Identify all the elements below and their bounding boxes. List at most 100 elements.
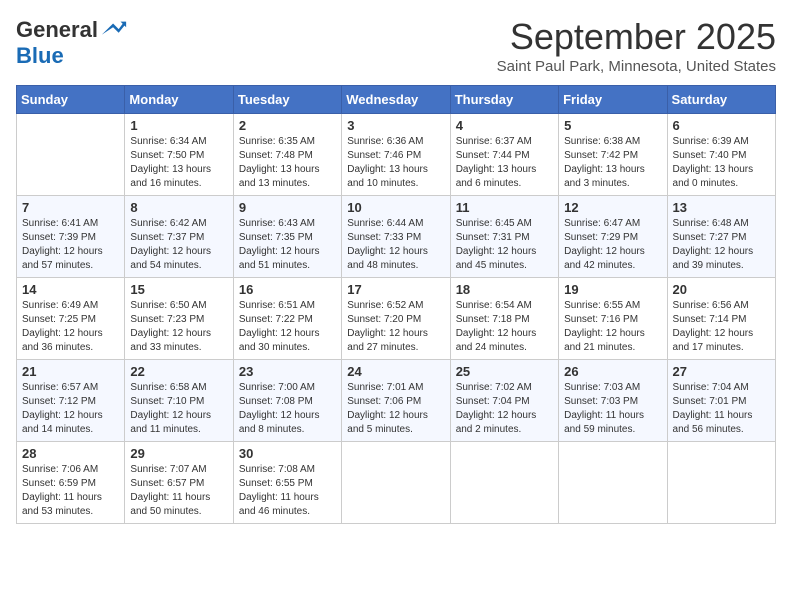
day-number: 12 bbox=[564, 200, 661, 215]
day-info: Sunrise: 7:03 AMSunset: 7:03 PMDaylight:… bbox=[564, 381, 661, 437]
logo: General Blue bbox=[16, 16, 128, 68]
day-number: 15 bbox=[130, 282, 227, 297]
day-cell: 10 Sunrise: 6:44 AMSunset: 7:33 PMDayligh… bbox=[342, 196, 450, 278]
day-cell: 1 Sunrise: 6:34 AMSunset: 7:50 PMDaylight… bbox=[125, 114, 233, 196]
day-info: Sunrise: 6:35 AMSunset: 7:48 PMDaylight:… bbox=[239, 135, 336, 191]
weekday-header-monday: Monday bbox=[125, 86, 233, 114]
weekday-header-friday: Friday bbox=[559, 86, 667, 114]
day-number: 8 bbox=[130, 200, 227, 215]
day-cell: 7 Sunrise: 6:41 AMSunset: 7:39 PMDaylight… bbox=[17, 196, 125, 278]
day-info: Sunrise: 6:50 AMSunset: 7:23 PMDaylight:… bbox=[130, 299, 227, 355]
day-info: Sunrise: 7:07 AMSunset: 6:57 PMDaylight:… bbox=[130, 463, 227, 519]
day-number: 28 bbox=[22, 446, 119, 461]
day-cell: 2Sunrise: 6:35 AMSunset: 7:48 PMDaylight… bbox=[233, 114, 341, 196]
week-row-2: 7 Sunrise: 6:41 AMSunset: 7:39 PMDaylight… bbox=[17, 196, 776, 278]
weekday-header-tuesday: Tuesday bbox=[233, 86, 341, 114]
day-number: 14 bbox=[22, 282, 119, 297]
day-cell: 8Sunrise: 6:42 AMSunset: 7:37 PMDaylight… bbox=[125, 196, 233, 278]
day-cell: 6Sunrise: 6:39 AMSunset: 7:40 PMDaylight… bbox=[667, 114, 775, 196]
day-info: Sunrise: 6:47 AMSunset: 7:29 PMDaylight:… bbox=[564, 217, 661, 273]
logo-general-text: General bbox=[16, 18, 98, 42]
day-cell: 16Sunrise: 6:51 AMSunset: 7:22 PMDayligh… bbox=[233, 278, 341, 360]
day-number: 4 bbox=[456, 118, 553, 133]
day-number: 16 bbox=[239, 282, 336, 297]
day-cell: 30 Sunrise: 7:08 AMSunset: 6:55 PMDayligh… bbox=[233, 442, 341, 524]
day-info: Sunrise: 6:43 AMSunset: 7:35 PMDaylight:… bbox=[239, 217, 336, 273]
week-row-4: 21Sunrise: 6:57 AMSunset: 7:12 PMDayligh… bbox=[17, 360, 776, 442]
calendar-table: SundayMondayTuesdayWednesdayThursdayFrid… bbox=[16, 85, 776, 524]
day-cell: 20Sunrise: 6:56 AMSunset: 7:14 PMDayligh… bbox=[667, 278, 775, 360]
day-info: Sunrise: 6:36 AMSunset: 7:46 PMDaylight:… bbox=[347, 135, 444, 191]
day-info: Sunrise: 6:57 AMSunset: 7:12 PMDaylight:… bbox=[22, 381, 119, 437]
day-cell: 15 Sunrise: 6:50 AMSunset: 7:23 PMDayligh… bbox=[125, 278, 233, 360]
day-cell: 3 Sunrise: 6:36 AMSunset: 7:46 PMDaylight… bbox=[342, 114, 450, 196]
day-cell: 5 Sunrise: 6:38 AMSunset: 7:42 PMDaylight… bbox=[559, 114, 667, 196]
day-cell bbox=[17, 114, 125, 196]
day-cell: 25Sunrise: 7:02 AMSunset: 7:04 PMDayligh… bbox=[450, 360, 558, 442]
day-cell: 28 Sunrise: 7:06 AMSunset: 6:59 PMDayligh… bbox=[17, 442, 125, 524]
day-cell: 22Sunrise: 6:58 AMSunset: 7:10 PMDayligh… bbox=[125, 360, 233, 442]
day-cell: 18 Sunrise: 6:54 AMSunset: 7:18 PMDayligh… bbox=[450, 278, 558, 360]
weekday-header-sunday: Sunday bbox=[17, 86, 125, 114]
day-info: Sunrise: 6:41 AMSunset: 7:39 PMDaylight:… bbox=[22, 217, 119, 273]
day-info: Sunrise: 7:01 AMSunset: 7:06 PMDaylight:… bbox=[347, 381, 444, 437]
day-number: 10 bbox=[347, 200, 444, 215]
day-number: 17 bbox=[347, 282, 444, 297]
header: General Blue September 2025 Saint Paul P… bbox=[16, 16, 776, 75]
day-info: Sunrise: 7:04 AMSunset: 7:01 PMDaylight:… bbox=[673, 381, 770, 437]
day-info: Sunrise: 6:52 AMSunset: 7:20 PMDaylight:… bbox=[347, 299, 444, 355]
title-area: September 2025 Saint Paul Park, Minnesot… bbox=[497, 16, 776, 75]
day-info: Sunrise: 6:38 AMSunset: 7:42 PMDaylight:… bbox=[564, 135, 661, 191]
day-cell: 21Sunrise: 6:57 AMSunset: 7:12 PMDayligh… bbox=[17, 360, 125, 442]
day-number: 7 bbox=[22, 200, 119, 215]
logo-blue-text: Blue bbox=[16, 43, 64, 68]
day-number: 11 bbox=[456, 200, 553, 215]
week-row-1: 1 Sunrise: 6:34 AMSunset: 7:50 PMDaylight… bbox=[17, 114, 776, 196]
day-cell bbox=[667, 442, 775, 524]
day-info: Sunrise: 6:44 AMSunset: 7:33 PMDaylight:… bbox=[347, 217, 444, 273]
day-number: 19 bbox=[564, 282, 661, 297]
day-number: 30 bbox=[239, 446, 336, 461]
day-cell: 9 Sunrise: 6:43 AMSunset: 7:35 PMDaylight… bbox=[233, 196, 341, 278]
day-cell: 14 Sunrise: 6:49 AMSunset: 7:25 PMDayligh… bbox=[17, 278, 125, 360]
location-title: Saint Paul Park, Minnesota, United State… bbox=[497, 58, 776, 75]
day-cell: 12 Sunrise: 6:47 AMSunset: 7:29 PMDayligh… bbox=[559, 196, 667, 278]
day-info: Sunrise: 6:37 AMSunset: 7:44 PMDaylight:… bbox=[456, 135, 553, 191]
day-number: 5 bbox=[564, 118, 661, 133]
day-cell bbox=[450, 442, 558, 524]
day-number: 13 bbox=[673, 200, 770, 215]
day-info: Sunrise: 7:06 AMSunset: 6:59 PMDaylight:… bbox=[22, 463, 119, 519]
day-number: 29 bbox=[130, 446, 227, 461]
day-info: Sunrise: 6:49 AMSunset: 7:25 PMDaylight:… bbox=[22, 299, 119, 355]
weekday-header-row: SundayMondayTuesdayWednesdayThursdayFrid… bbox=[17, 86, 776, 114]
day-cell: 23Sunrise: 7:00 AMSunset: 7:08 PMDayligh… bbox=[233, 360, 341, 442]
day-number: 9 bbox=[239, 200, 336, 215]
week-row-3: 14 Sunrise: 6:49 AMSunset: 7:25 PMDayligh… bbox=[17, 278, 776, 360]
day-number: 26 bbox=[564, 364, 661, 379]
day-info: Sunrise: 6:55 AMSunset: 7:16 PMDaylight:… bbox=[564, 299, 661, 355]
day-cell: 17 Sunrise: 6:52 AMSunset: 7:20 PMDayligh… bbox=[342, 278, 450, 360]
day-cell: 11Sunrise: 6:45 AMSunset: 7:31 PMDayligh… bbox=[450, 196, 558, 278]
day-cell: 13 Sunrise: 6:48 AMSunset: 7:27 PMDayligh… bbox=[667, 196, 775, 278]
weekday-header-saturday: Saturday bbox=[667, 86, 775, 114]
day-cell bbox=[342, 442, 450, 524]
weekday-header-thursday: Thursday bbox=[450, 86, 558, 114]
weekday-header-wednesday: Wednesday bbox=[342, 86, 450, 114]
day-number: 27 bbox=[673, 364, 770, 379]
day-number: 3 bbox=[347, 118, 444, 133]
day-info: Sunrise: 7:08 AMSunset: 6:55 PMDaylight:… bbox=[239, 463, 336, 519]
day-number: 22 bbox=[130, 364, 227, 379]
day-info: Sunrise: 6:34 AMSunset: 7:50 PMDaylight:… bbox=[130, 135, 227, 191]
day-info: Sunrise: 6:48 AMSunset: 7:27 PMDaylight:… bbox=[673, 217, 770, 273]
month-title: September 2025 bbox=[497, 16, 776, 58]
day-info: Sunrise: 6:54 AMSunset: 7:18 PMDaylight:… bbox=[456, 299, 553, 355]
day-number: 20 bbox=[673, 282, 770, 297]
day-number: 1 bbox=[130, 118, 227, 133]
day-cell bbox=[559, 442, 667, 524]
day-info: Sunrise: 7:00 AMSunset: 7:08 PMDaylight:… bbox=[239, 381, 336, 437]
day-cell: 19 Sunrise: 6:55 AMSunset: 7:16 PMDayligh… bbox=[559, 278, 667, 360]
day-cell: 29 Sunrise: 7:07 AMSunset: 6:57 PMDayligh… bbox=[125, 442, 233, 524]
day-number: 18 bbox=[456, 282, 553, 297]
logo-icon bbox=[100, 16, 128, 44]
day-cell: 26 Sunrise: 7:03 AMSunset: 7:03 PMDayligh… bbox=[559, 360, 667, 442]
